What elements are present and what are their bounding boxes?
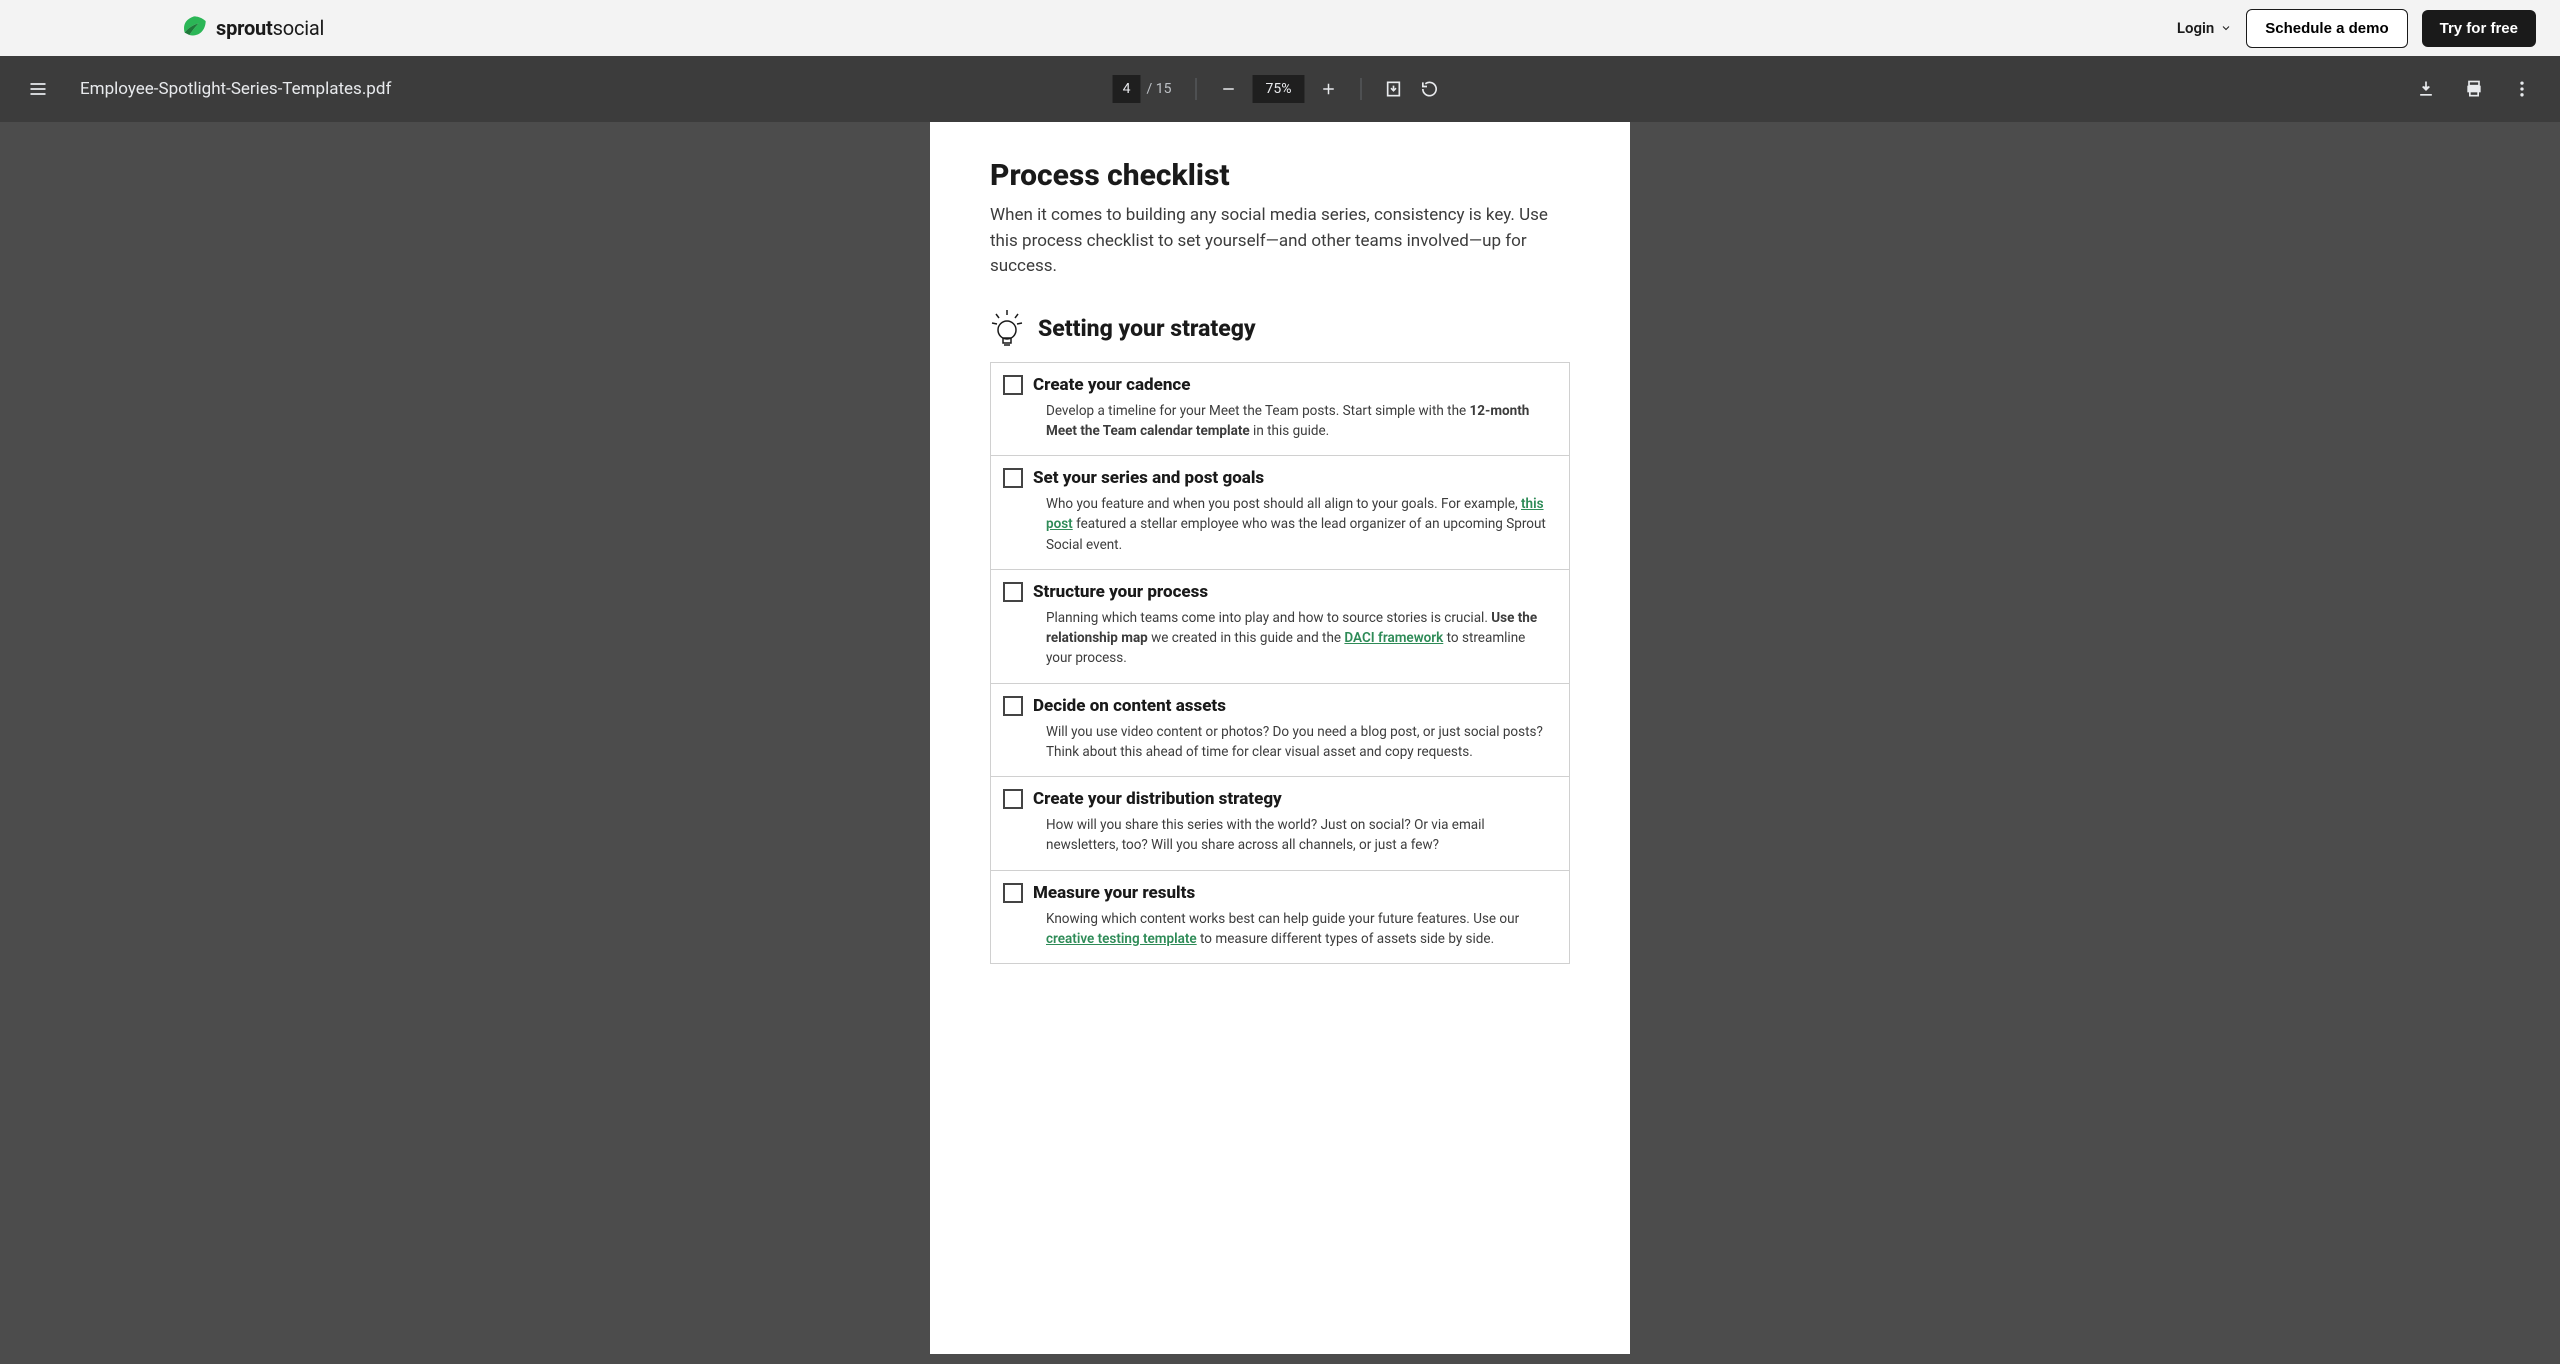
try-for-free-button[interactable]: Try for free (2422, 10, 2536, 47)
checkbox[interactable] (1003, 375, 1023, 395)
item-body: How will you share this series with the … (1003, 815, 1553, 856)
download-button[interactable] (2408, 71, 2444, 107)
pdf-toolbar: Employee-Spotlight-Series-Templates.pdf … (0, 56, 2560, 122)
item-title: Create your cadence (1033, 375, 1190, 395)
separator (1361, 78, 1362, 100)
separator (1196, 78, 1197, 100)
page-title: Process checklist (990, 158, 1570, 193)
link-daci-framework[interactable]: DACI framework (1344, 630, 1443, 646)
chevron-down-icon (2220, 22, 2232, 34)
more-options-button[interactable] (2504, 71, 2540, 107)
zoom-in-button[interactable] (1311, 71, 1347, 107)
login-label: Login (2177, 19, 2214, 37)
pdf-filename: Employee-Spotlight-Series-Templates.pdf (80, 79, 391, 99)
zoom-level[interactable]: 75% (1253, 75, 1305, 103)
menu-icon[interactable] (20, 71, 56, 107)
lightbulb-icon (990, 310, 1024, 348)
checklist-item: Create your distribution strategy How wi… (991, 777, 1569, 871)
checkbox[interactable] (1003, 883, 1023, 903)
zoom-out-button[interactable] (1211, 71, 1247, 107)
checkbox[interactable] (1003, 582, 1023, 602)
checklist-item: Measure your results Knowing which conte… (991, 871, 1569, 964)
print-button[interactable] (2456, 71, 2492, 107)
pdf-page: Process checklist When it comes to build… (930, 122, 1630, 1354)
brand-text: sproutsocial (216, 16, 324, 40)
login-dropdown[interactable]: Login (2177, 19, 2232, 37)
item-title: Create your distribution strategy (1033, 789, 1282, 809)
link-creative-testing-template[interactable]: creative testing template (1046, 931, 1197, 947)
checklist-item: Decide on content assets Will you use vi… (991, 684, 1569, 778)
item-body: Develop a timeline for your Meet the Tea… (1003, 401, 1553, 442)
item-title: Structure your process (1033, 582, 1208, 602)
checklist: Create your cadence Develop a timeline f… (990, 362, 1570, 965)
schedule-demo-button[interactable]: Schedule a demo (2246, 9, 2407, 48)
item-body: Planning which teams come into play and … (1003, 608, 1553, 669)
section-title: Setting your strategy (1038, 315, 1256, 342)
page-number-input[interactable]: 4 (1113, 75, 1141, 103)
fit-page-button[interactable] (1376, 71, 1412, 107)
section-header: Setting your strategy (990, 310, 1570, 348)
site-navbar: sproutsocial Login Schedule a demo Try f… (0, 0, 2560, 56)
checklist-item: Structure your process Planning which te… (991, 570, 1569, 684)
item-title: Set your series and post goals (1033, 468, 1264, 488)
item-body: Who you feature and when you post should… (1003, 494, 1553, 555)
checkbox[interactable] (1003, 468, 1023, 488)
item-title: Measure your results (1033, 883, 1195, 903)
item-body: Will you use video content or photos? Do… (1003, 722, 1553, 763)
item-title: Decide on content assets (1033, 696, 1226, 716)
page-total: / 15 (1141, 81, 1182, 97)
nav-right: Login Schedule a demo Try for free (2177, 9, 2536, 48)
checkbox[interactable] (1003, 789, 1023, 809)
brand-logo[interactable]: sproutsocial (180, 14, 324, 42)
pdf-viewport[interactable]: Process checklist When it comes to build… (0, 122, 2560, 1364)
rotate-button[interactable] (1412, 71, 1448, 107)
checklist-item: Set your series and post goals Who you f… (991, 456, 1569, 570)
item-body: Knowing which content works best can hel… (1003, 909, 1553, 950)
leaf-icon (180, 14, 208, 42)
checklist-item: Create your cadence Develop a timeline f… (991, 363, 1569, 457)
page-intro: When it comes to building any social med… (990, 203, 1570, 280)
checkbox[interactable] (1003, 696, 1023, 716)
